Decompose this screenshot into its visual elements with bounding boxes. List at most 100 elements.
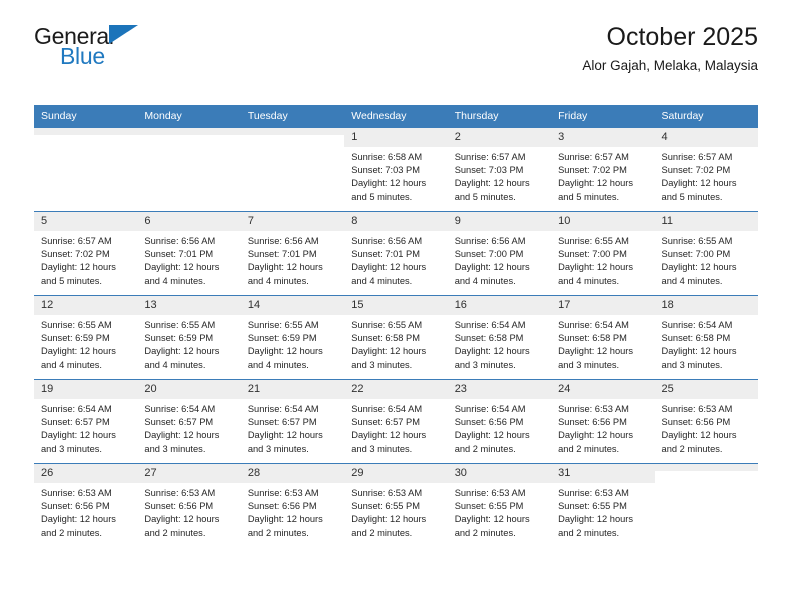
day-daylight-line1-text: Daylight: 12 hours: [144, 514, 220, 525]
day-sunrise-text: Sunrise: 6:55 AM: [247, 320, 319, 330]
calendar-day-cell[interactable]: 17 Sunrise: 6:54 AM Sunset: 6:58 PM Dayligh…: [551, 295, 655, 380]
day-sunset-text: Sunset: 6:56 PM: [558, 417, 627, 428]
day-daylight-line1-text: Daylight: 12 hours: [454, 262, 530, 273]
calendar-day-cell[interactable]: 9 Sunrise: 6:56 AM Sunset: 7:00 PM Daylight…: [447, 211, 552, 296]
day-sunrise-text: Sunrise: 6:55 AM: [41, 320, 112, 330]
day-sunset-text: Sunset: 6:59 PM: [144, 333, 214, 344]
calendar-day-cell[interactable]: 7 Sunrise: 6:56 AM Sunset: 7:01 PM Daylight…: [240, 211, 345, 296]
day-sun-info: Sunrise: 6:54 AM Sunset: 6:57 PM Daylight:…: [241, 399, 344, 456]
calendar-day-cell[interactable]: 6 Sunrise: 6:56 AM Sunset: 7:01 PM Daylight…: [137, 211, 241, 296]
day-number: 30: [447, 464, 552, 483]
day-sunrise-text: Sunrise: 6:56 AM: [454, 236, 526, 246]
day-daylight-line1-text: Daylight: 12 hours: [351, 178, 427, 189]
calendar-day-cell[interactable]: 12 Sunrise: 6:55 AM Sunset: 6:59 PM Dayligh…: [34, 295, 138, 380]
calendar-day-cell[interactable]: 3 Sunrise: 6:57 AM Sunset: 7:02 PM Daylight…: [551, 127, 655, 212]
calendar-day-cell[interactable]: 31 Sunrise: 6:53 AM Sunset: 6:55 PM Dayligh…: [551, 463, 655, 547]
weekday-header-saturday: Saturday: [654, 105, 758, 128]
day-number: [654, 464, 758, 471]
day-number: 8: [344, 212, 448, 231]
day-sun-info: Sunrise: 6:54 AM Sunset: 6:56 PM Daylight:…: [448, 399, 551, 456]
day-daylight-line2-text: and 2 minutes.: [351, 527, 413, 538]
calendar-day-cell[interactable]: 26 Sunrise: 6:53 AM Sunset: 6:56 PM Dayligh…: [34, 463, 138, 547]
day-daylight-line1-text: Daylight: 12 hours: [247, 514, 323, 525]
calendar-day-cell[interactable]: 15 Sunrise: 6:55 AM Sunset: 6:58 PM Dayligh…: [344, 295, 448, 380]
day-number: 6: [137, 212, 241, 231]
day-sun-info: Sunrise: 6:53 AM Sunset: 6:56 PM Daylight:…: [655, 399, 758, 456]
logo-triangle-icon: [109, 25, 138, 44]
title-block: October 2025 Alor Gajah, Melaka, Malaysi…: [582, 22, 758, 76]
calendar-day-cell[interactable]: 23 Sunrise: 6:54 AM Sunset: 6:56 PM Dayligh…: [447, 379, 552, 464]
day-daylight-line2-text: and 4 minutes.: [351, 275, 413, 286]
day-sunrise-text: Sunrise: 6:54 AM: [661, 320, 733, 330]
day-sunset-text: Sunset: 7:03 PM: [454, 165, 524, 176]
day-daylight-line2-text: and 5 minutes.: [41, 275, 102, 286]
day-daylight-line2-text: and 3 minutes.: [351, 359, 413, 370]
calendar-day-cell[interactable]: 13 Sunrise: 6:55 AM Sunset: 6:59 PM Dayligh…: [137, 295, 241, 380]
day-daylight-line2-text: and 4 minutes.: [144, 275, 206, 286]
calendar-day-cell[interactable]: 16 Sunrise: 6:54 AM Sunset: 6:58 PM Dayligh…: [447, 295, 552, 380]
calendar-day-cell[interactable]: 27 Sunrise: 6:53 AM Sunset: 6:56 PM Dayligh…: [137, 463, 241, 547]
day-daylight-line1-text: Daylight: 12 hours: [41, 430, 116, 441]
day-daylight-line1-text: Daylight: 12 hours: [247, 262, 323, 273]
day-daylight-line1-text: Daylight: 12 hours: [558, 514, 634, 525]
day-sunrise-text: Sunrise: 6:53 AM: [41, 488, 112, 498]
day-number: 2: [447, 128, 552, 147]
calendar-day-cell[interactable]: 20 Sunrise: 6:54 AM Sunset: 6:57 PM Dayligh…: [137, 379, 241, 464]
day-sunrise-text: Sunrise: 6:54 AM: [454, 404, 526, 414]
day-number: 26: [34, 464, 138, 483]
day-sun-info: Sunrise: 6:56 AM Sunset: 7:01 PM Daylight:…: [344, 231, 447, 288]
day-sunrise-text: Sunrise: 6:57 AM: [558, 152, 629, 162]
day-sunset-text: Sunset: 6:56 PM: [144, 501, 214, 512]
day-number: 11: [654, 212, 758, 231]
day-daylight-line1-text: Daylight: 12 hours: [41, 262, 116, 273]
day-number: 31: [551, 464, 655, 483]
calendar-page: General Blue October 2025 Alor Gajah, Me…: [0, 0, 792, 612]
calendar-day-cell[interactable]: 18 Sunrise: 6:54 AM Sunset: 6:58 PM Dayligh…: [654, 295, 758, 380]
calendar-day-cell[interactable]: 1 Sunrise: 6:58 AM Sunset: 7:03 PM Daylight…: [344, 127, 448, 212]
day-number: 9: [447, 212, 552, 231]
logo-text-blue: Blue: [60, 43, 105, 69]
day-daylight-line1-text: Daylight: 12 hours: [558, 262, 634, 273]
calendar-day-cell[interactable]: 14 Sunrise: 6:55 AM Sunset: 6:59 PM Dayligh…: [240, 295, 345, 380]
day-number: 18: [654, 296, 758, 315]
day-daylight-line2-text: and 4 minutes.: [661, 275, 723, 286]
day-sunset-text: Sunset: 6:58 PM: [661, 333, 731, 344]
day-sunrise-text: Sunrise: 6:53 AM: [558, 404, 629, 414]
calendar-day-cell[interactable]: 11 Sunrise: 6:55 AM Sunset: 7:00 PM Dayligh…: [654, 211, 758, 296]
day-sunrise-text: Sunrise: 6:56 AM: [351, 236, 423, 246]
day-sunrise-text: Sunrise: 6:54 AM: [454, 320, 526, 330]
day-number: 15: [344, 296, 448, 315]
calendar-day-cell[interactable]: 5 Sunrise: 6:57 AM Sunset: 7:02 PM Daylight…: [34, 211, 138, 296]
calendar-week-row: 26 Sunrise: 6:53 AM Sunset: 6:56 PM Dayligh…: [34, 463, 758, 547]
calendar-day-cell[interactable]: 29 Sunrise: 6:53 AM Sunset: 6:55 PM Dayligh…: [344, 463, 448, 547]
day-sunrise-text: Sunrise: 6:53 AM: [454, 488, 526, 498]
calendar-body: 1 Sunrise: 6:58 AM Sunset: 7:03 PM Daylight…: [34, 127, 758, 547]
day-sun-info: Sunrise: 6:54 AM Sunset: 6:57 PM Daylight:…: [34, 399, 137, 456]
calendar-day-cell[interactable]: 10 Sunrise: 6:55 AM Sunset: 7:00 PM Dayligh…: [551, 211, 655, 296]
calendar-day-cell[interactable]: 22 Sunrise: 6:54 AM Sunset: 6:57 PM Dayligh…: [344, 379, 448, 464]
day-daylight-line2-text: and 4 minutes.: [454, 275, 516, 286]
calendar-day-cell[interactable]: 4 Sunrise: 6:57 AM Sunset: 7:02 PM Daylight…: [654, 127, 758, 212]
day-number: 5: [34, 212, 138, 231]
calendar-day-cell[interactable]: 30 Sunrise: 6:53 AM Sunset: 6:55 PM Dayligh…: [447, 463, 552, 547]
calendar-day-cell[interactable]: 21 Sunrise: 6:54 AM Sunset: 6:57 PM Dayligh…: [240, 379, 345, 464]
day-daylight-line2-text: and 4 minutes.: [247, 275, 309, 286]
day-sun-info: Sunrise: 6:55 AM Sunset: 6:59 PM Daylight:…: [241, 315, 344, 372]
day-number: 16: [447, 296, 552, 315]
day-daylight-line2-text: and 3 minutes.: [661, 359, 723, 370]
day-sunset-text: Sunset: 6:57 PM: [41, 417, 110, 428]
day-daylight-line2-text: and 2 minutes.: [454, 443, 516, 454]
calendar-day-cell[interactable]: 19 Sunrise: 6:54 AM Sunset: 6:57 PM Dayligh…: [34, 379, 138, 464]
day-sunrise-text: Sunrise: 6:57 AM: [661, 152, 733, 162]
calendar-day-cell[interactable]: 25 Sunrise: 6:53 AM Sunset: 6:56 PM Dayligh…: [654, 379, 758, 464]
day-sunrise-text: Sunrise: 6:55 AM: [351, 320, 423, 330]
day-sunset-text: Sunset: 6:59 PM: [41, 333, 110, 344]
day-daylight-line1-text: Daylight: 12 hours: [661, 346, 737, 357]
day-daylight-line2-text: and 5 minutes.: [558, 191, 620, 202]
calendar-day-cell[interactable]: 8 Sunrise: 6:56 AM Sunset: 7:01 PM Daylight…: [344, 211, 448, 296]
calendar-day-cell[interactable]: 28 Sunrise: 6:53 AM Sunset: 6:56 PM Dayligh…: [240, 463, 345, 547]
calendar-day-cell[interactable]: 24 Sunrise: 6:53 AM Sunset: 6:56 PM Dayligh…: [551, 379, 655, 464]
calendar-day-cell[interactable]: 2 Sunrise: 6:57 AM Sunset: 7:03 PM Daylight…: [447, 127, 552, 212]
calendar-week-row: 19 Sunrise: 6:54 AM Sunset: 6:57 PM Dayligh…: [34, 379, 758, 464]
day-sunrise-text: Sunrise: 6:56 AM: [144, 236, 216, 246]
